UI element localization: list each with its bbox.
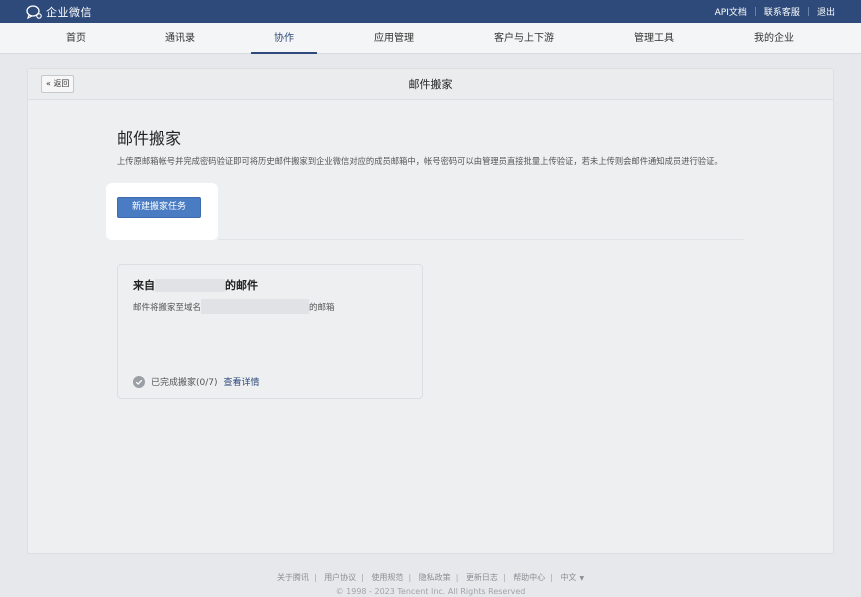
nav-contacts[interactable]: 通讯录 xyxy=(148,23,212,54)
nav-home[interactable]: 首页 xyxy=(44,23,108,54)
task-subtitle-suffix: 的邮箱 xyxy=(309,302,335,313)
task-title-suffix: 的邮件 xyxy=(225,279,258,292)
separator: | xyxy=(408,573,412,582)
top-bar: 企业微信 API文档 | 联系客服 | 退出 xyxy=(0,0,861,23)
separator: | xyxy=(753,6,757,17)
wecom-logo-icon xyxy=(26,4,42,19)
footer-privacy-link[interactable]: 隐私政策 xyxy=(419,573,451,582)
view-details-link[interactable]: 查看详情 xyxy=(224,375,260,388)
footer-links: 关于腾讯 | 用户协议 | 使用规范 | 隐私政策 | 更新日志 | 帮助中心 | 中文 ▼ xyxy=(0,572,861,583)
nav-management-tools[interactable]: 管理工具 xyxy=(622,23,686,54)
main-nav: 首页 通讯录 协作 应用管理 客户与上下游 管理工具 我的企业 xyxy=(0,23,861,54)
logout-link[interactable]: 退出 xyxy=(817,5,835,18)
divider xyxy=(218,239,744,240)
check-circle-icon xyxy=(133,375,145,388)
nav-app-management[interactable]: 应用管理 xyxy=(358,23,430,54)
task-status: 已完成搬家(0/7) 查看详情 xyxy=(133,375,260,388)
footer-user-agreement-link[interactable]: 用户协议 xyxy=(324,573,356,582)
back-button[interactable]: « 返回 xyxy=(41,75,75,93)
footer-about-link[interactable]: 关于腾讯 xyxy=(277,573,309,582)
page-description: 上传原邮箱帐号并完成密码验证即可将历史邮件搬家到企业微信对应的成员邮箱中，帐号密… xyxy=(117,156,723,166)
new-migration-task-button[interactable]: 新建搬家任务 xyxy=(117,197,201,218)
redacted-source xyxy=(155,278,225,292)
caret-down-icon: ▼ xyxy=(579,575,585,582)
separator: | xyxy=(361,573,364,582)
separator: | xyxy=(550,573,553,582)
header-title: 邮件搬家 xyxy=(408,78,453,91)
footer-usage-rules-link[interactable]: 使用规范 xyxy=(371,573,403,582)
footer-changelog-link[interactable]: 更新日志 xyxy=(466,573,498,582)
separator: | xyxy=(313,573,317,582)
separator: | xyxy=(502,573,506,582)
contact-support-link[interactable]: 联系客服 xyxy=(764,5,800,18)
main-card: 邮件搬家 « 返回 邮件搬家 上传原邮箱帐号并完成密码验证即可将历史邮件搬家到企… xyxy=(27,68,834,554)
page-title: 邮件搬家 xyxy=(117,129,182,148)
nav-customers[interactable]: 客户与上下游 xyxy=(482,23,566,54)
active-tab-underline xyxy=(251,52,317,54)
task-subtitle: 邮件将搬家至域名 的邮箱 xyxy=(133,299,335,314)
language-selector[interactable]: 中文 ▼ xyxy=(560,573,584,582)
task-title-prefix: 来自 xyxy=(133,279,155,292)
nav-collaboration[interactable]: 协作 xyxy=(251,23,317,54)
language-label: 中文 xyxy=(560,573,577,582)
footer-help-link[interactable]: 帮助中心 xyxy=(513,573,545,582)
redacted-domain xyxy=(201,299,310,314)
nav-collaboration-label: 协作 xyxy=(274,33,294,44)
copyright: © 1998 - 2023 Tencent Inc. All Rights Re… xyxy=(335,587,526,596)
brand-logo[interactable]: 企业微信 xyxy=(26,3,92,20)
top-links: API文档 | 联系客服 | 退出 xyxy=(715,0,835,23)
brand-name: 企业微信 xyxy=(46,5,92,19)
separator: | xyxy=(806,6,810,17)
nav-my-enterprise[interactable]: 我的企业 xyxy=(741,23,807,54)
task-status-text: 已完成搬家(0/7) xyxy=(151,378,218,388)
task-title: 来自 的邮件 xyxy=(133,277,258,293)
migration-task-card: 来自 的邮件 邮件将搬家至域名 的邮箱 已完成搬家(0/7) 查看详情 xyxy=(117,264,423,399)
separator: | xyxy=(455,573,459,582)
api-docs-link[interactable]: API文档 xyxy=(715,5,747,18)
card-header: 邮件搬家 « 返回 xyxy=(28,69,833,100)
task-subtitle-prefix: 邮件将搬家至域名 xyxy=(133,302,202,313)
